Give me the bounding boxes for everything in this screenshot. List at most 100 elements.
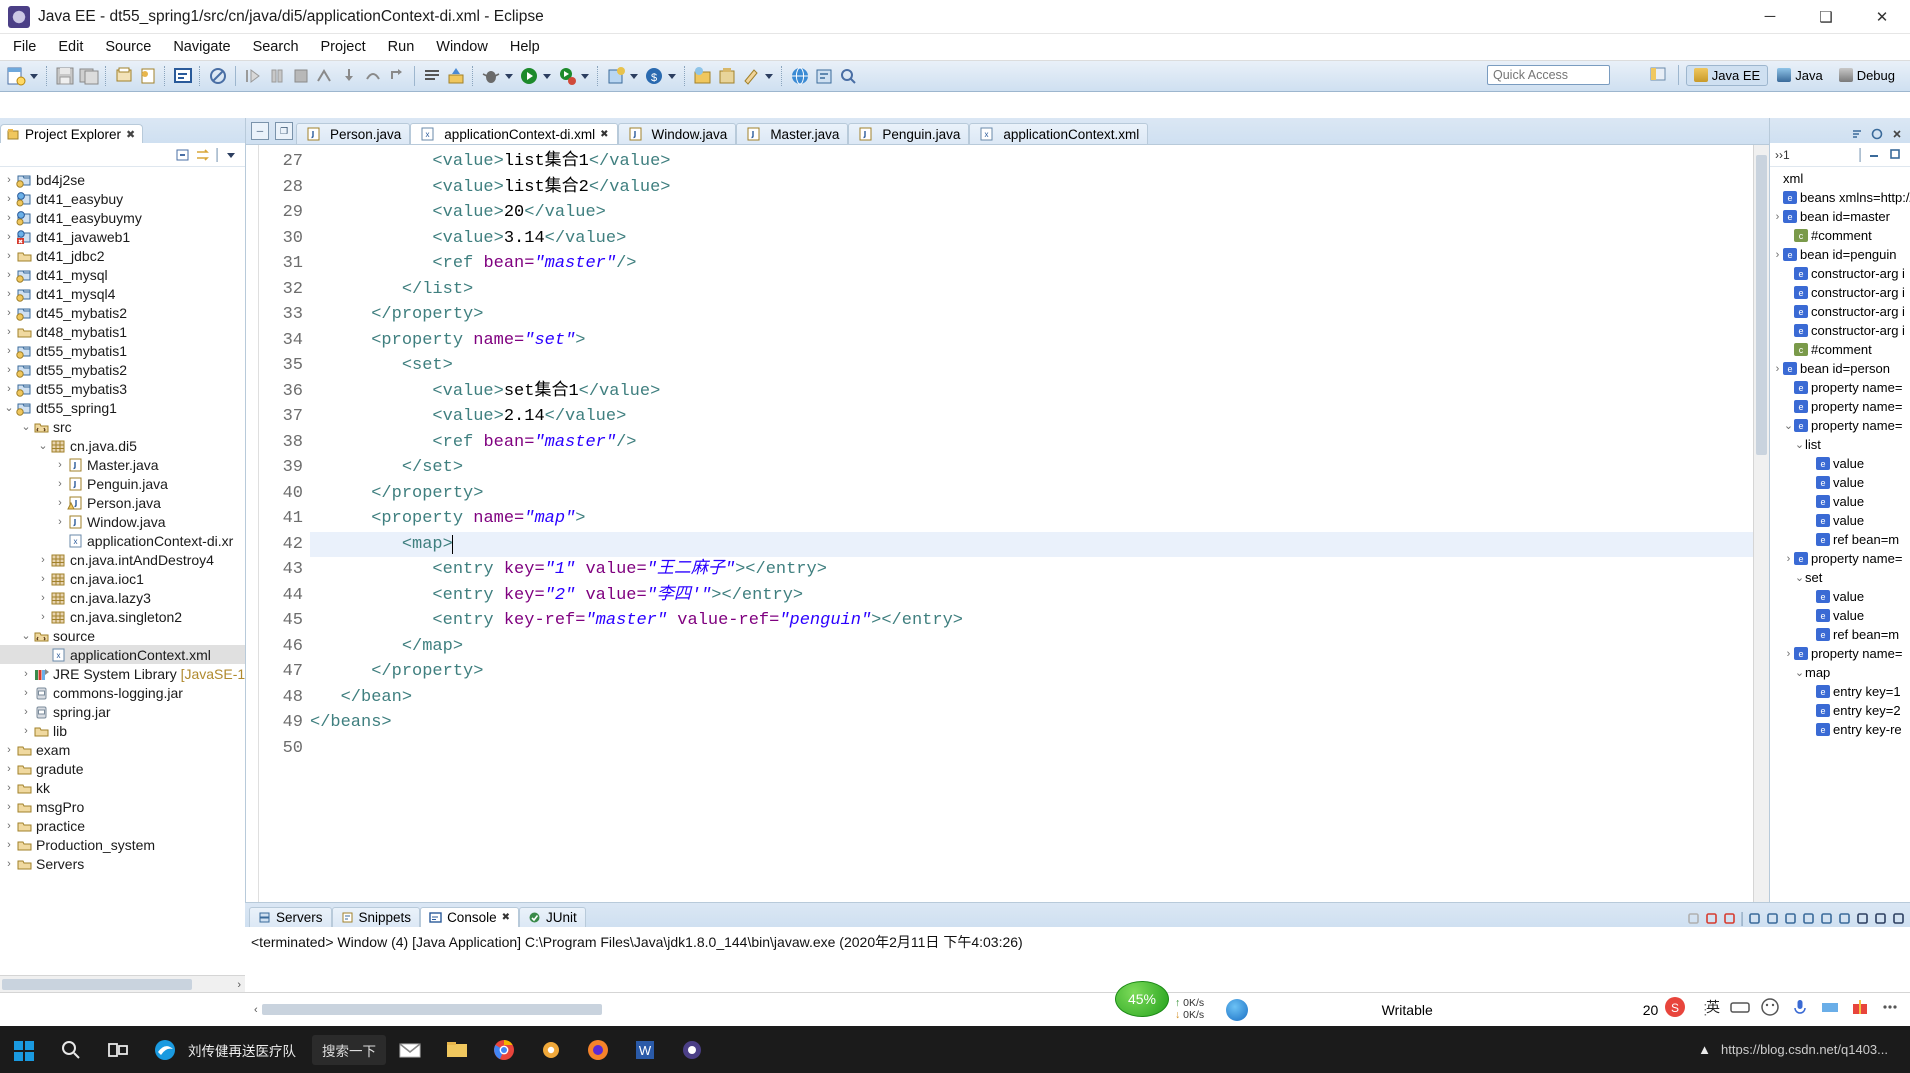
twisty-collapsed-icon[interactable]: › bbox=[2, 858, 16, 870]
firefox-icon[interactable] bbox=[574, 1026, 621, 1073]
word-icon[interactable]: W bbox=[621, 1026, 668, 1073]
tree-item[interactable]: › cn.java.intAndDestroy4 bbox=[0, 550, 245, 569]
open-browser-icon[interactable] bbox=[789, 65, 811, 87]
code-line[interactable]: </set> bbox=[310, 455, 1753, 481]
twisty-collapsed-icon[interactable]: › bbox=[1772, 211, 1783, 223]
new-wizard-icon[interactable] bbox=[5, 65, 27, 87]
minimize-button[interactable]: ─ bbox=[1742, 0, 1798, 33]
tree-item[interactable]: › dt55_mybatis2 bbox=[0, 360, 245, 379]
word-wrap-icon[interactable] bbox=[1801, 911, 1816, 926]
edge-browser-icon[interactable] bbox=[141, 1026, 188, 1073]
outline-item[interactable]: e entry key-re bbox=[1770, 720, 1910, 739]
twisty-expanded-icon[interactable]: ⌄ bbox=[1783, 419, 1794, 432]
editor-tab[interactable]: x applicationContext-di.xml ✖ bbox=[410, 123, 618, 144]
code-line[interactable]: </bean> bbox=[310, 685, 1753, 711]
close-button[interactable]: ✕ bbox=[1854, 0, 1910, 33]
view-menu-icon[interactable] bbox=[223, 147, 239, 163]
twisty-collapsed-icon[interactable]: › bbox=[53, 478, 67, 490]
outline-item[interactable]: ⌄ e property name= bbox=[1770, 416, 1910, 435]
new-package-icon[interactable] bbox=[692, 65, 714, 87]
code-line[interactable] bbox=[310, 736, 1753, 762]
editor-maximize-icon[interactable]: ❐ bbox=[275, 122, 293, 140]
twisty-collapsed-icon[interactable]: › bbox=[1783, 648, 1794, 660]
outline-item[interactable]: c #comment bbox=[1770, 226, 1910, 245]
tree-item[interactable]: › cn.java.singleton2 bbox=[0, 607, 245, 626]
ime-gift-icon[interactable] bbox=[1850, 997, 1870, 1017]
perspective-java[interactable]: Java bbox=[1770, 66, 1829, 85]
outline-item[interactable]: ⌄ map bbox=[1770, 663, 1910, 682]
tree-item[interactable]: ⌄ source bbox=[0, 626, 245, 645]
code-line[interactable]: </map> bbox=[310, 634, 1753, 660]
tree-item[interactable]: › msgPro bbox=[0, 797, 245, 816]
project-tree[interactable]: › bd4j2se › dt41_easybuy › dt41_easybuymy › dt4… bbox=[0, 167, 245, 975]
twisty-collapsed-icon[interactable]: › bbox=[19, 668, 33, 680]
profile-dropdown-icon[interactable] bbox=[628, 65, 639, 87]
remove-launch-icon[interactable] bbox=[1704, 911, 1719, 926]
tree-item[interactable]: ⌄ cn.java.di5 bbox=[0, 436, 245, 455]
outline-close-icon[interactable] bbox=[1890, 127, 1906, 143]
outline-item[interactable]: e constructor-arg i bbox=[1770, 283, 1910, 302]
tree-item[interactable]: › kk bbox=[0, 778, 245, 797]
outline-item[interactable]: e entry key=1 bbox=[1770, 682, 1910, 701]
outline-minimize-icon[interactable] bbox=[1867, 147, 1883, 163]
ime-keyboard-icon[interactable] bbox=[1730, 997, 1750, 1017]
save-icon[interactable] bbox=[54, 65, 76, 87]
editor-tab[interactable]: Person.java bbox=[296, 123, 411, 144]
console-minimize-icon[interactable] bbox=[1873, 911, 1888, 926]
outline-item[interactable]: e constructor-arg i bbox=[1770, 302, 1910, 321]
twisty-collapsed-icon[interactable]: › bbox=[2, 345, 16, 357]
tree-item[interactable]: › gradute bbox=[0, 759, 245, 778]
twisty-expanded-icon[interactable]: ⌄ bbox=[19, 420, 33, 433]
outline-item[interactable]: › e bean id=person bbox=[1770, 359, 1910, 378]
close-icon[interactable]: ✖ bbox=[502, 912, 510, 923]
tree-item[interactable]: › Servers bbox=[0, 854, 245, 873]
editor-tab[interactable]: Master.java bbox=[736, 123, 849, 144]
twisty-collapsed-icon[interactable]: › bbox=[19, 687, 33, 699]
twisty-collapsed-icon[interactable]: › bbox=[2, 801, 16, 813]
sogou-logo-icon[interactable]: S bbox=[1664, 996, 1686, 1018]
save-all-icon[interactable] bbox=[78, 65, 100, 87]
search-toolbar-icon[interactable] bbox=[837, 65, 859, 87]
twisty-collapsed-icon[interactable]: › bbox=[2, 174, 16, 186]
tray-overflow-icon[interactable]: ▲ bbox=[1698, 1042, 1711, 1057]
display-console-icon[interactable] bbox=[1819, 911, 1834, 926]
settings-icon[interactable] bbox=[527, 1026, 574, 1073]
build-icon[interactable] bbox=[421, 65, 443, 87]
ime-toolbox-icon[interactable] bbox=[1820, 997, 1840, 1017]
code-line[interactable]: ⊖ <property name="map"> bbox=[310, 506, 1753, 532]
tree-item[interactable]: › lib bbox=[0, 721, 245, 740]
menu-edit[interactable]: Edit bbox=[47, 36, 94, 58]
twisty-expanded-icon[interactable]: ⌄ bbox=[1794, 438, 1805, 451]
tree-item[interactable]: › Penguin.java bbox=[0, 474, 245, 493]
perspective-debug[interactable]: Debug bbox=[1832, 66, 1902, 85]
menu-run[interactable]: Run bbox=[377, 36, 426, 58]
console-maximize-icon[interactable] bbox=[1891, 911, 1906, 926]
ime-mic-icon[interactable] bbox=[1790, 997, 1810, 1017]
tree-item[interactable]: › dt55_mybatis3 bbox=[0, 379, 245, 398]
step-return-icon[interactable] bbox=[386, 65, 408, 87]
twisty-collapsed-icon[interactable]: › bbox=[2, 364, 16, 376]
new-dropdown-icon[interactable] bbox=[28, 65, 39, 87]
outline-item[interactable]: xml bbox=[1770, 169, 1910, 188]
tree-item[interactable]: › Window.java bbox=[0, 512, 245, 531]
code-line[interactable]: <entry key="2" value="李四'"></entry> bbox=[310, 583, 1753, 609]
open-console-icon[interactable] bbox=[1747, 911, 1762, 926]
chrome-icon[interactable] bbox=[480, 1026, 527, 1073]
task-view-icon[interactable] bbox=[94, 1026, 141, 1073]
console-tab[interactable]: Snippets bbox=[331, 907, 421, 927]
step-into-icon[interactable] bbox=[338, 65, 360, 87]
new-annotation-icon[interactable] bbox=[740, 65, 762, 87]
tree-item[interactable]: › Master.java bbox=[0, 455, 245, 474]
tree-item[interactable]: › commons-logging.jar bbox=[0, 683, 245, 702]
code-line[interactable]: <value>20</value> bbox=[310, 200, 1753, 226]
open-perspective-icon[interactable] bbox=[1648, 64, 1670, 86]
outline-item[interactable]: ebeans xmlns=http://w bbox=[1770, 188, 1910, 207]
twisty-collapsed-icon[interactable]: › bbox=[2, 326, 16, 338]
taskbar-search-box[interactable]: 搜索一下 bbox=[312, 1034, 386, 1065]
twisty-collapsed-icon[interactable]: › bbox=[2, 250, 16, 262]
code-line[interactable]: <value>list集合1</value> bbox=[310, 149, 1753, 175]
new-type-dropdown-icon[interactable] bbox=[763, 65, 774, 87]
run-as-server-icon[interactable] bbox=[556, 65, 578, 87]
tree-item[interactable]: › dt41_jdbc2 bbox=[0, 246, 245, 265]
code-line[interactable]: </property> bbox=[310, 659, 1753, 685]
